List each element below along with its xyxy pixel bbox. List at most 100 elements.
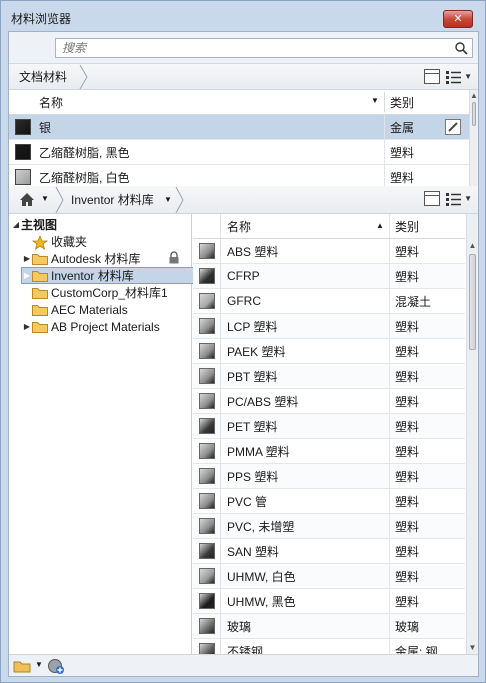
scroll-down-icon[interactable]: ▼ xyxy=(467,642,478,654)
doc-table-header: 名称 ▼ 类别 xyxy=(9,90,469,115)
material-swatch-icon xyxy=(199,268,215,284)
material-name: GFRC xyxy=(227,294,261,308)
scroll-up-icon[interactable]: ▲ xyxy=(470,90,478,102)
material-name: PMMA 塑料 xyxy=(227,444,290,459)
home-dropdown-icon[interactable]: ▼ xyxy=(41,194,49,203)
library-dropdown-icon[interactable]: ▼ xyxy=(164,195,172,204)
material-swatch-icon xyxy=(199,293,215,309)
collapse-triangle-icon[interactable]: ◢ xyxy=(11,220,21,229)
material-swatch-cell xyxy=(15,165,31,186)
folder-icon xyxy=(32,321,48,333)
tree-item[interactable]: ▶ Inventor 材料库 xyxy=(21,267,195,284)
manage-dropdown-icon[interactable]: ▼ xyxy=(35,660,43,669)
title-bar[interactable]: 材料浏览器 ✕ xyxy=(1,1,485,31)
material-swatch-cell xyxy=(199,489,215,513)
panel-toggle-icon[interactable] xyxy=(424,191,441,206)
library-material-row[interactable]: PBT 塑料 塑料 xyxy=(193,364,465,389)
search-input[interactable] xyxy=(56,39,446,57)
column-divider xyxy=(389,364,390,388)
bottom-toolbar: ▼ xyxy=(9,654,478,676)
material-swatch-cell xyxy=(199,639,215,654)
sort-ascending-icon[interactable]: ▲ xyxy=(376,221,384,230)
material-swatch-icon xyxy=(199,643,215,654)
library-material-row[interactable]: UHMW, 黑色 塑料 xyxy=(193,589,465,614)
tree-item-label: 收藏夹 xyxy=(51,235,88,249)
lib-column-name[interactable]: 名称 xyxy=(227,214,251,238)
folder-icon xyxy=(32,253,48,265)
tree-item[interactable]: ▶ Autodesk 材料库 xyxy=(22,250,179,267)
column-divider xyxy=(220,389,221,413)
scroll-thumb[interactable] xyxy=(469,254,476,350)
library-list-scrollbar[interactable]: ▲ ▼ xyxy=(466,214,478,654)
library-material-row[interactable]: LCP 塑料 塑料 xyxy=(193,314,465,339)
library-material-row[interactable]: CFRP 塑料 xyxy=(193,264,465,289)
material-category: 塑料 xyxy=(395,494,420,509)
material-swatch-icon xyxy=(199,393,215,409)
library-material-row[interactable]: GFRC 混凝土 xyxy=(193,289,465,314)
column-divider xyxy=(220,489,221,513)
library-material-row[interactable]: 不锈钢 金属: 钢 xyxy=(193,639,465,654)
library-material-row[interactable]: PPS 塑料 塑料 xyxy=(193,464,465,489)
doc-column-name[interactable]: 名称 xyxy=(33,90,383,114)
library-material-row[interactable]: PAEK 塑料 塑料 xyxy=(193,339,465,364)
library-material-row[interactable]: PET 塑料 塑料 xyxy=(193,414,465,439)
tree-item[interactable]: CustomCorp_材料库1 xyxy=(22,284,168,301)
material-swatch-cell xyxy=(199,414,215,438)
doc-material-row[interactable]: 乙缩醛树脂, 黑色 塑料 xyxy=(9,140,469,165)
library-material-row[interactable]: PVC 管 塑料 xyxy=(193,489,465,514)
material-swatch-cell xyxy=(199,339,215,363)
material-name: 不锈钢 xyxy=(227,644,264,655)
home-icon[interactable] xyxy=(19,192,35,207)
library-list-options-button[interactable]: ▼ xyxy=(446,192,472,206)
library-material-row[interactable]: SAN 塑料 塑料 xyxy=(193,539,465,564)
tree-root-node[interactable]: ◢ 主视图 xyxy=(11,216,57,233)
list-options-button[interactable]: ▼ xyxy=(446,70,472,84)
library-material-row[interactable]: 玻璃 玻璃 xyxy=(193,614,465,639)
tree-item[interactable]: 收藏夹 xyxy=(22,233,87,250)
breadcrumb-library[interactable]: Inventor 材料库 xyxy=(71,186,154,213)
scroll-thumb[interactable] xyxy=(472,102,476,126)
search-icon[interactable] xyxy=(454,41,468,55)
window-title: 材料浏览器 xyxy=(11,12,72,26)
doc-material-row[interactable]: 银 金属 xyxy=(9,115,469,140)
material-swatch-cell xyxy=(15,115,31,139)
search-box[interactable] xyxy=(55,38,473,58)
column-divider xyxy=(220,439,221,463)
material-swatch-cell xyxy=(199,514,215,538)
material-swatch-cell xyxy=(199,589,215,613)
column-divider xyxy=(389,339,390,363)
column-divider xyxy=(389,489,390,513)
library-material-row[interactable]: ABS 塑料 塑料 xyxy=(193,239,465,264)
tree-root-label: 主视图 xyxy=(21,218,58,232)
breadcrumb-document-materials[interactable]: 文档材料 xyxy=(19,64,67,89)
expand-triangle-icon[interactable]: ▶ xyxy=(22,271,32,280)
material-name: PBT 塑料 xyxy=(227,369,278,384)
column-divider[interactable] xyxy=(389,214,390,238)
column-divider xyxy=(220,564,221,588)
library-material-row[interactable]: PC/ABS 塑料 塑料 xyxy=(193,389,465,414)
lib-column-category-label: 类别 xyxy=(395,219,420,234)
column-divider xyxy=(389,389,390,413)
material-swatch-icon xyxy=(199,593,215,609)
tree-item[interactable]: AEC Materials xyxy=(22,301,128,318)
expand-triangle-icon[interactable]: ▶ xyxy=(22,322,32,331)
manage-library-icon[interactable] xyxy=(13,659,33,673)
lib-column-category[interactable]: 类别 xyxy=(395,214,419,238)
library-material-row[interactable]: PVC, 未增塑 塑料 xyxy=(193,514,465,539)
tree-item[interactable]: ▶ AB Project Materials xyxy=(22,318,160,335)
doc-list-scrollbar[interactable]: ▲ xyxy=(469,90,478,186)
expand-triangle-icon[interactable]: ▶ xyxy=(22,254,32,263)
library-material-row[interactable]: PMMA 塑料 塑料 xyxy=(193,439,465,464)
doc-column-category[interactable]: 类别 xyxy=(384,90,469,114)
view-toggle-icon[interactable] xyxy=(424,69,441,84)
edit-material-icon[interactable] xyxy=(445,115,461,139)
sort-dropdown-icon[interactable]: ▼ xyxy=(371,96,379,105)
library-material-row[interactable]: UHMW, 白色 塑料 xyxy=(193,564,465,589)
library-view-controls: ▼ xyxy=(424,191,472,206)
doc-material-row[interactable]: 乙缩醛树脂, 白色 塑料 xyxy=(9,165,469,186)
create-material-icon[interactable] xyxy=(47,658,65,674)
material-swatch-icon xyxy=(199,618,215,634)
material-swatch-icon xyxy=(199,418,215,434)
scroll-up-icon[interactable]: ▲ xyxy=(467,240,478,252)
close-button[interactable]: ✕ xyxy=(443,10,473,28)
